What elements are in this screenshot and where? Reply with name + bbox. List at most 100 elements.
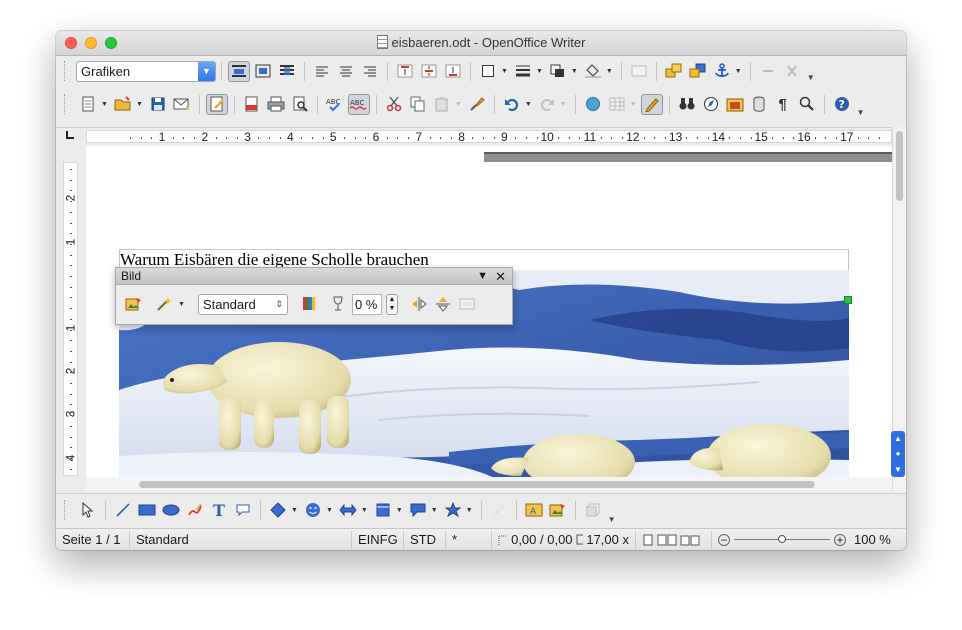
single-page-icon[interactable] xyxy=(642,534,654,546)
callout-shapes-button[interactable] xyxy=(407,500,429,521)
toolbar-overflow-icon[interactable]: ▼ xyxy=(807,73,815,82)
border-color-button[interactable] xyxy=(547,61,569,82)
page-style[interactable]: Standard xyxy=(130,530,352,549)
toolbar-overflow-icon[interactable]: ▼ xyxy=(857,108,865,117)
chevron-down-icon[interactable]: ▼ xyxy=(536,68,543,75)
filter-button[interactable] xyxy=(154,294,176,315)
undo-button[interactable] xyxy=(501,94,523,115)
zoom-slider-thumb[interactable] xyxy=(778,535,786,543)
chevron-down-icon[interactable]: ▼ xyxy=(455,101,462,108)
freeform-tool-button[interactable] xyxy=(184,500,206,521)
help-button[interactable]: ? xyxy=(831,94,853,115)
toolbar-grip[interactable] xyxy=(64,500,70,520)
navigator-globe-button[interactable] xyxy=(582,94,604,115)
zoom-out-icon[interactable]: − xyxy=(718,533,730,546)
chevron-down-icon[interactable]: ▼ xyxy=(525,101,532,108)
insert-table-button[interactable] xyxy=(606,94,628,115)
text-tool-button[interactable]: T xyxy=(208,500,230,521)
stars-button[interactable] xyxy=(442,500,464,521)
spellcheck-button[interactable]: ABC xyxy=(324,94,346,115)
wrap-page-button[interactable] xyxy=(252,61,274,82)
page-number[interactable]: Seite 1 / 1 xyxy=(56,530,130,549)
points-button[interactable] xyxy=(488,500,510,521)
picture-toolbar[interactable]: Bild ▼ ✕ ▼ Standard ⇕ 0 % ▲ ▼ xyxy=(115,267,513,325)
print-preview-button[interactable] xyxy=(289,94,311,115)
graphics-mode-select[interactable]: Standard ⇕ xyxy=(197,293,288,315)
chevron-down-icon[interactable]: ▼ xyxy=(501,68,508,75)
align-top-button[interactable] xyxy=(394,61,416,82)
line-tool-button[interactable] xyxy=(112,500,134,521)
link-frames-button[interactable] xyxy=(757,61,779,82)
insert-picture-button[interactable] xyxy=(547,500,569,521)
transparency-stepper[interactable]: ▲ ▼ xyxy=(385,293,398,315)
copy-button[interactable] xyxy=(407,94,429,115)
flip-vertical-button[interactable] xyxy=(432,294,454,315)
show-draw-functions-button[interactable] xyxy=(640,93,663,115)
chevron-down-icon[interactable]: ▼ xyxy=(198,61,215,81)
align-center-button[interactable] xyxy=(335,61,357,82)
send-to-back-button[interactable] xyxy=(687,61,709,82)
picture-toolbar-titlebar[interactable]: Bild ▼ ✕ xyxy=(116,268,512,285)
open-button[interactable] xyxy=(112,94,134,115)
chevron-down-icon[interactable]: ▼ xyxy=(396,507,403,514)
fontwork-button[interactable]: A xyxy=(523,500,545,521)
block-arrows-button[interactable] xyxy=(337,500,359,521)
vertical-ruler[interactable]: 211234 xyxy=(56,146,86,476)
autospellcheck-button[interactable]: ABC xyxy=(347,93,370,115)
zoom-in-icon[interactable]: + xyxy=(834,533,846,546)
align-left-button[interactable] xyxy=(311,61,333,82)
zoom-button[interactable] xyxy=(796,94,818,115)
color-button[interactable] xyxy=(298,294,320,315)
chevron-down-icon[interactable]: ▼ xyxy=(326,507,333,514)
align-middle-button[interactable] xyxy=(418,61,440,82)
multi-page-icon[interactable] xyxy=(657,534,677,546)
chevron-down-icon[interactable]: ▼ xyxy=(560,101,567,108)
line-style-button[interactable] xyxy=(512,61,534,82)
redo-button[interactable] xyxy=(536,94,558,115)
zoom-level[interactable]: 100 % xyxy=(846,532,891,547)
anchor-button[interactable] xyxy=(711,61,733,82)
resize-handle-top-right[interactable] xyxy=(844,296,852,304)
data-sources-button[interactable] xyxy=(748,94,770,115)
paste-button[interactable] xyxy=(431,94,453,115)
toolbar-grip[interactable] xyxy=(64,61,70,81)
zoom-slider[interactable] xyxy=(734,535,830,543)
chevron-down-icon[interactable]: ▼ xyxy=(178,301,185,308)
tab-stop-icon[interactable] xyxy=(66,131,74,139)
chevron-down-icon[interactable]: ▼ xyxy=(606,68,613,75)
rectangle-tool-button[interactable] xyxy=(136,500,158,521)
wrap-through-button[interactable] xyxy=(276,61,298,82)
ellipse-tool-button[interactable] xyxy=(160,500,182,521)
flip-horizontal-button[interactable] xyxy=(408,294,430,315)
vertical-scroll-thumb[interactable] xyxy=(896,131,903,201)
basic-shapes-button[interactable] xyxy=(267,500,289,521)
insert-mode[interactable]: EINFG xyxy=(352,530,404,549)
chevron-down-icon[interactable]: ▼ xyxy=(431,507,438,514)
from-file-button[interactable] xyxy=(123,294,145,315)
cut-button[interactable] xyxy=(383,94,405,115)
clone-formatting-button[interactable] xyxy=(466,94,488,115)
toolbar-menu-icon[interactable]: ▼ xyxy=(477,268,488,285)
bring-to-front-button[interactable] xyxy=(663,61,685,82)
crop-properties-button[interactable] xyxy=(456,294,478,315)
horizontal-scrollbar[interactable] xyxy=(86,477,892,491)
transparency-input[interactable]: 0 % xyxy=(351,293,382,315)
borders-button[interactable] xyxy=(477,61,499,82)
horizontal-ruler[interactable]: 1 2 3 4 5 6 7 8 9 10 11 12 13 14 15 16 17 xyxy=(56,127,892,145)
chevron-down-icon[interactable]: ▼ xyxy=(571,68,578,75)
extrusion-button[interactable] xyxy=(582,500,604,521)
selection-mode[interactable]: STD xyxy=(404,530,446,549)
unlink-frames-button[interactable] xyxy=(781,61,803,82)
align-right-button[interactable] xyxy=(359,61,381,82)
transparency-button[interactable] xyxy=(327,294,349,315)
document-canvas[interactable]: Warum Eisbären die eigene Scholle brauch… xyxy=(86,146,892,477)
chevron-down-icon[interactable]: ▼ xyxy=(101,101,108,108)
chevron-down-icon[interactable]: ▼ xyxy=(466,507,473,514)
select-button[interactable] xyxy=(77,500,99,521)
close-icon[interactable]: ✕ xyxy=(495,268,506,285)
find-replace-button[interactable] xyxy=(676,94,698,115)
callouts-tool-button[interactable] xyxy=(232,500,254,521)
align-bottom-button[interactable] xyxy=(442,61,464,82)
export-pdf-button[interactable] xyxy=(241,94,263,115)
save-button[interactable] xyxy=(147,94,169,115)
